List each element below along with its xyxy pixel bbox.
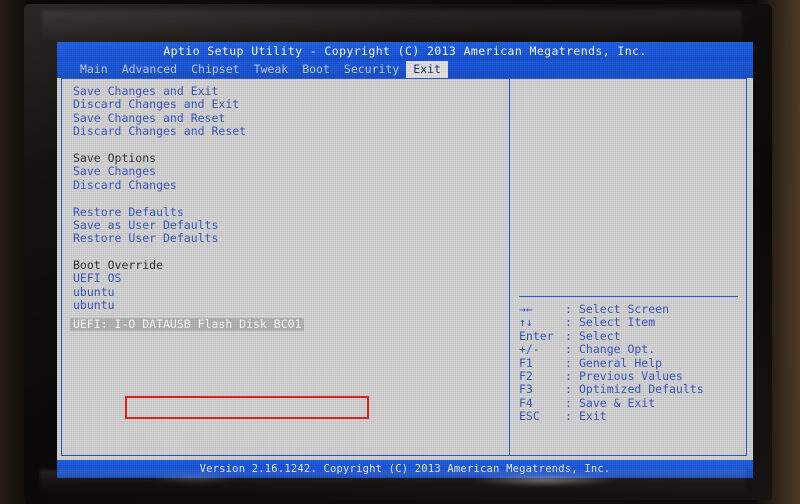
help-key-label: F3 [519, 382, 533, 397]
bezel-bottom-reflection [40, 470, 746, 496]
menu-item-discard-changes-and-exit[interactable]: Discard Changes and Exit [73, 97, 503, 111]
bezel-top-reflection [42, 10, 742, 44]
menu-item-restore-user-defaults[interactable]: Restore User Defaults [73, 231, 503, 245]
help-key-exit: ESC: Exit [519, 409, 744, 424]
help-key-action: Save & Exit [579, 395, 656, 410]
exit-menu-panel: Save Changes and Exit Discard Changes and… [63, 79, 509, 455]
bios-body: Save Changes and Exit Discard Changes and… [57, 78, 753, 460]
help-key-separator: : [565, 355, 572, 370]
help-key-label: →← [519, 302, 533, 316]
panel-vertical-divider [509, 78, 510, 456]
menu-item-discard-changes-and-reset[interactable]: Discard Changes and Reset [73, 124, 503, 138]
help-key-label: +/- [519, 342, 540, 357]
help-key-separator: : [565, 328, 572, 343]
help-key-previous-values: F2: Previous Values [519, 368, 744, 383]
help-panel: →←: Select Screen ↑↓: Select Item Enter: Sele… [511, 79, 746, 455]
help-key-label: F2 [519, 368, 533, 383]
tab-boot[interactable]: Boot [295, 61, 337, 78]
menu-item-ubuntu[interactable]: ubuntu [73, 285, 503, 299]
menu-spacer [73, 139, 503, 152]
menu-section-header-boot-override: Boot Override [73, 258, 164, 273]
help-key-separator: : [565, 342, 572, 357]
help-panel-divider [519, 296, 738, 297]
help-key-general-help: F1: General Help [519, 355, 744, 370]
help-key-separator: : [565, 382, 572, 397]
help-key-action: Optimized Defaults [579, 382, 704, 397]
help-key-action: General Help [579, 355, 663, 370]
tab-main[interactable]: Main [73, 61, 115, 78]
menu-item-ubuntu[interactable]: ubuntu [73, 298, 503, 312]
help-key-select-item: ↑↓: Select Item [519, 315, 744, 330]
help-key-label: F4 [519, 395, 533, 410]
help-key-action: Change Opt. [579, 342, 656, 357]
help-key-action: Exit [579, 409, 607, 424]
help-key-label: F1 [519, 355, 533, 370]
bios-tabs: Main Advanced Chipset Tweak Boot Security Exit [73, 61, 448, 78]
bios-title: Aptio Setup Utility - Copyright (C) 2013… [57, 42, 753, 61]
help-key-separator: : [565, 315, 572, 330]
bios-tab-bar: Main Advanced Chipset Tweak Boot Security Exit [57, 61, 753, 78]
help-key-optimized-defaults: F3: Optimized Defaults [519, 382, 744, 397]
menu-item-uefi-i-o-datausb-flash-disk-bc01[interactable]: UEFI: I-O DATAUSB Flash Disk BC01 [70, 317, 305, 332]
menu-item-save-changes[interactable]: Save Changes [73, 164, 503, 178]
help-key-action: Select [579, 328, 621, 343]
tab-security[interactable]: Security [337, 61, 406, 78]
help-key-save-exit: F4: Save & Exit [519, 395, 744, 410]
menu-spacer [73, 246, 503, 259]
menu-item-restore-defaults[interactable]: Restore Defaults [73, 205, 503, 219]
tab-chipset[interactable]: Chipset [184, 61, 246, 78]
menu-item-uefi-os[interactable]: UEFI OS [73, 272, 503, 286]
help-key-select: Enter: Select [519, 328, 744, 343]
menu-section-header-save-options: Save Options [73, 150, 157, 165]
tab-exit[interactable]: Exit [406, 61, 448, 78]
help-key-label: ESC [519, 409, 540, 424]
menu-item-save-changes-and-exit[interactable]: Save Changes and Exit [73, 84, 503, 98]
monitor-photo: Aptio Setup Utility - Copyright (C) 2013… [0, 0, 800, 504]
menu-item-save-as-user-defaults[interactable]: Save as User Defaults [73, 218, 503, 232]
help-key-change-opt: +/-: Change Opt. [519, 342, 744, 357]
menu-item-discard-changes[interactable]: Discard Changes [73, 178, 503, 192]
tab-tweak[interactable]: Tweak [247, 61, 296, 78]
help-key-action: Select Item [579, 315, 656, 330]
bezel-specular-highlight-2 [150, 474, 240, 483]
tab-advanced[interactable]: Advanced [115, 61, 184, 78]
menu-spacer [73, 192, 503, 205]
help-key-separator: : [565, 368, 572, 383]
help-key-separator: : [565, 395, 572, 410]
bios-screen: Aptio Setup Utility - Copyright (C) 2013… [57, 42, 753, 478]
help-key-action: Previous Values [579, 368, 683, 383]
photo-background-left [0, 0, 26, 504]
help-key-select-screen: →←: Select Screen [519, 302, 744, 316]
help-key-label: Enter [519, 328, 554, 343]
help-key-action: Select Screen [579, 302, 670, 316]
bezel-specular-highlight-1 [470, 474, 620, 486]
help-key-list: →←: Select Screen ↑↓: Select Item Enter: Sele… [519, 302, 744, 424]
help-key-label: ↑↓ [519, 315, 533, 330]
menu-item-save-changes-and-reset[interactable]: Save Changes and Reset [73, 111, 503, 125]
exit-menu-list: Save Changes and Exit Discard Changes and… [70, 84, 503, 332]
help-key-separator: : [565, 302, 572, 316]
help-key-separator: : [565, 409, 572, 424]
